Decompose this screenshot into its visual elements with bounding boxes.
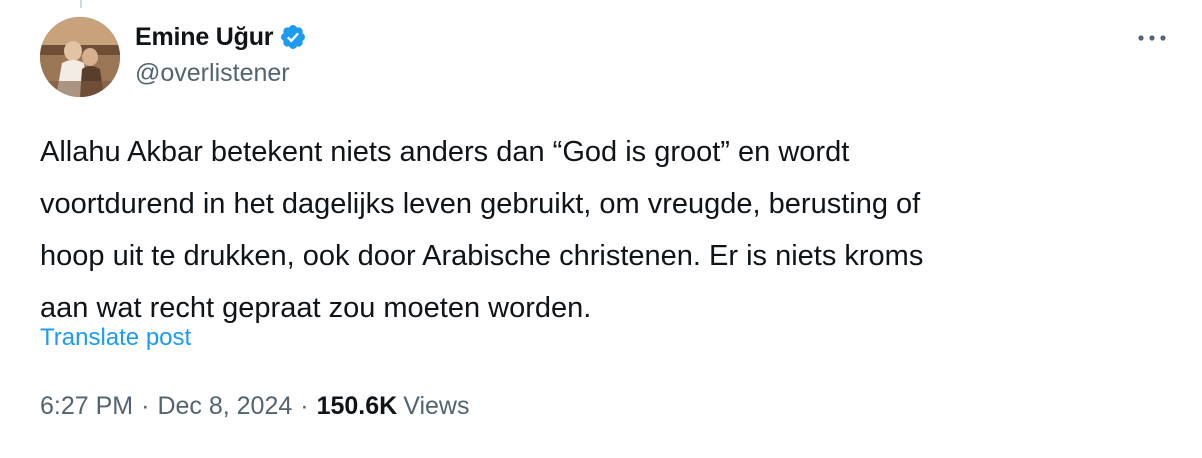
profile-photo — [40, 17, 120, 97]
more-options-button[interactable] — [1132, 20, 1172, 56]
avatar[interactable] — [40, 17, 120, 97]
author-display-name[interactable]: Emine Uğur — [135, 23, 273, 52]
views-count[interactable]: 150.6K — [317, 392, 398, 421]
views-label: Views — [403, 392, 470, 420]
meta-separator: · — [141, 392, 150, 420]
translate-post-link[interactable]: Translate post — [40, 324, 191, 352]
author-name-row: Emine Uğur — [135, 20, 307, 54]
meta-separator: · — [300, 392, 309, 420]
more-horizontal-icon — [1138, 35, 1166, 41]
tweet-date[interactable]: Dec 8, 2024 — [157, 392, 292, 421]
thread-connector-line — [80, 0, 82, 8]
author-handle[interactable]: @overlistener — [135, 59, 290, 88]
tweet-metadata: 6:27 PM · Dec 8, 2024 · 150.6K Views — [40, 392, 469, 421]
tweet-text: Allahu Akbar betekent niets anders dan “… — [40, 136, 924, 324]
tweet-time[interactable]: 6:27 PM — [40, 392, 133, 421]
verified-badge-icon[interactable] — [279, 23, 307, 51]
